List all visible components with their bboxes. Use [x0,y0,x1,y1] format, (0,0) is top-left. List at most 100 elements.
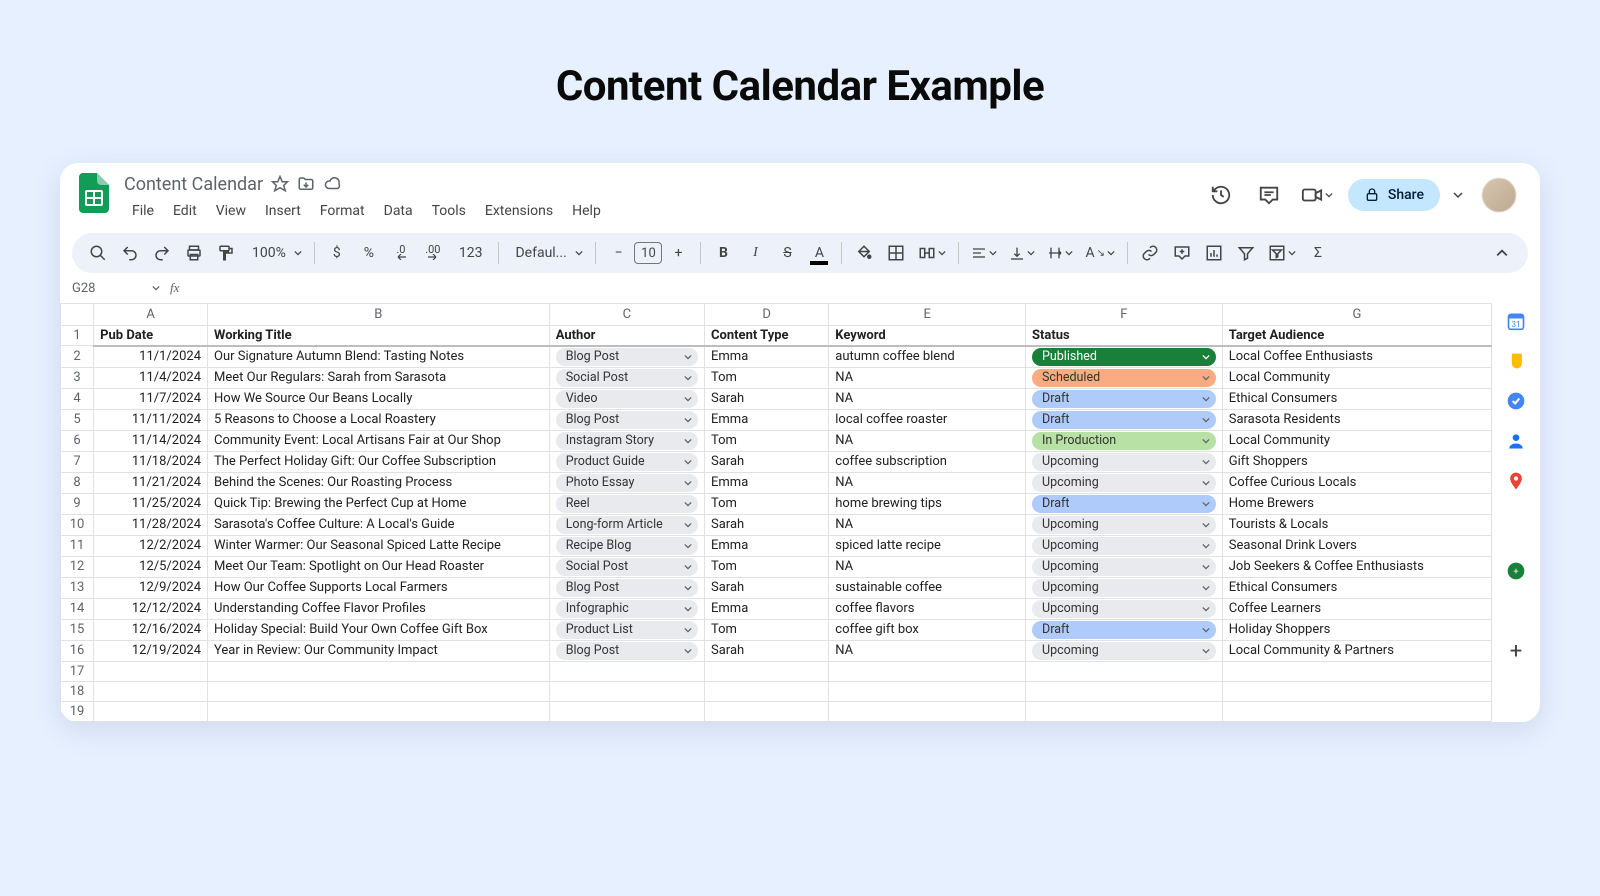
spreadsheet-grid[interactable]: ABCDEFG 1 Pub Date Working Title Author … [60,303,1492,722]
menu-edit[interactable]: Edit [165,199,205,223]
move-folder-icon[interactable] [297,175,315,193]
cell-content-type[interactable]: Recipe Blog [549,535,704,556]
cloud-status-icon[interactable] [323,175,343,193]
increase-decimal-button[interactable]: .00 [419,239,447,267]
fill-color-button[interactable] [850,239,878,267]
column-header-E[interactable]: E [829,304,1026,326]
content-type-chip[interactable]: Blog Post [556,411,698,429]
avatar[interactable] [1482,178,1516,212]
cell-status[interactable]: Published [1026,346,1223,368]
add-addon-icon[interactable]: + [1506,641,1526,661]
cell-keyword[interactable]: sustainable coffee [829,577,1026,598]
row-header-8[interactable]: 8 [61,472,94,493]
column-header-A[interactable]: A [94,304,208,326]
content-type-chip[interactable]: Reel [556,495,698,513]
content-type-chip[interactable]: Instagram Story [556,432,698,450]
horizontal-align-button[interactable] [967,239,1001,267]
row-header-1[interactable]: 1 [61,326,94,346]
cell-content-type[interactable]: Video [549,388,704,409]
cell-target-audience[interactable]: Local Community [1222,430,1491,451]
cell-author[interactable]: Sarah [705,388,829,409]
menu-data[interactable]: Data [376,199,421,223]
content-type-chip[interactable]: Video [556,390,698,408]
cell-working-title[interactable]: How Our Coffee Supports Local Farmers [208,577,550,598]
cell-content-type[interactable]: Instagram Story [549,430,704,451]
menu-view[interactable]: View [208,199,254,223]
header-keyword[interactable]: Keyword [829,326,1026,346]
cell-target-audience[interactable]: Seasonal Drink Lovers [1222,535,1491,556]
column-header-F[interactable]: F [1026,304,1223,326]
strikethrough-button[interactable]: S [773,239,801,267]
search-menu-icon[interactable] [84,239,112,267]
cell-target-audience[interactable]: Local Community [1222,367,1491,388]
header-author[interactable]: Author [549,326,704,346]
status-chip[interactable]: Upcoming [1032,453,1216,471]
cell-keyword[interactable]: NA [829,556,1026,577]
cell-status[interactable]: Upcoming [1026,535,1223,556]
status-chip[interactable]: Upcoming [1032,600,1216,618]
cell-status[interactable]: Upcoming [1026,451,1223,472]
content-type-chip[interactable]: Blog Post [556,579,698,597]
status-chip[interactable]: In Production [1032,432,1216,450]
tasks-addon-icon[interactable] [1506,391,1526,411]
cell-status[interactable]: Upcoming [1026,472,1223,493]
row-header-10[interactable]: 10 [61,514,94,535]
status-chip[interactable]: Upcoming [1032,516,1216,534]
cell-author[interactable]: Sarah [705,451,829,472]
status-chip[interactable]: Draft [1032,621,1216,639]
status-chip[interactable]: Upcoming [1032,579,1216,597]
filter-button[interactable] [1232,239,1260,267]
content-type-chip[interactable]: Photo Essay [556,474,698,492]
cell-pub-date[interactable]: 11/4/2024 [94,367,208,388]
status-chip[interactable]: Upcoming [1032,558,1216,576]
cell-status[interactable]: Draft [1026,388,1223,409]
cell-target-audience[interactable]: Local Community & Partners [1222,640,1491,661]
status-chip[interactable]: Draft [1032,390,1216,408]
cell-pub-date[interactable]: 11/14/2024 [94,430,208,451]
cell-keyword[interactable]: NA [829,514,1026,535]
cell-pub-date[interactable]: 11/28/2024 [94,514,208,535]
cell-keyword[interactable]: local coffee roaster [829,409,1026,430]
row-header-18[interactable]: 18 [61,681,94,701]
cell-keyword[interactable]: NA [829,388,1026,409]
status-chip[interactable]: Scheduled [1032,369,1216,387]
content-type-chip[interactable]: Social Post [556,369,698,387]
status-chip[interactable]: Draft [1032,411,1216,429]
content-type-chip[interactable]: Social Post [556,558,698,576]
header-pub-date[interactable]: Pub Date [94,326,208,346]
cell-target-audience[interactable]: Job Seekers & Coffee Enthusiasts [1222,556,1491,577]
cell-status[interactable]: Draft [1026,619,1223,640]
cell-working-title[interactable]: Meet Our Regulars: Sarah from Sarasota [208,367,550,388]
status-chip[interactable]: Draft [1032,495,1216,513]
cell-pub-date[interactable]: 11/25/2024 [94,493,208,514]
cell-keyword[interactable]: NA [829,367,1026,388]
cell-keyword[interactable]: autumn coffee blend [829,346,1026,368]
row-header-4[interactable]: 4 [61,388,94,409]
row-header-11[interactable]: 11 [61,535,94,556]
cell-content-type[interactable]: Product List [549,619,704,640]
bold-button[interactable]: B [709,239,737,267]
cell-working-title[interactable]: Holiday Special: Build Your Own Coffee G… [208,619,550,640]
merge-cells-button[interactable] [914,239,950,267]
cell-status[interactable]: Upcoming [1026,598,1223,619]
comment-icon[interactable] [1252,178,1286,212]
cell-author[interactable]: Tom [705,619,829,640]
cell-content-type[interactable]: Product Guide [549,451,704,472]
zoom-dropdown[interactable]: 100% [244,239,306,267]
cell-pub-date[interactable]: 12/9/2024 [94,577,208,598]
cell-content-type[interactable]: Blog Post [549,346,704,368]
cell-content-type[interactable]: Blog Post [549,640,704,661]
header-target-audience[interactable]: Target Audience [1222,326,1491,346]
font-dropdown[interactable]: Defaul... [507,239,587,267]
content-type-chip[interactable]: Recipe Blog [556,537,698,555]
cell-keyword[interactable]: coffee subscription [829,451,1026,472]
addon-icon[interactable]: + [1506,561,1526,581]
cell-keyword[interactable]: coffee gift box [829,619,1026,640]
name-box-dropdown-icon[interactable] [152,284,160,292]
number-format-button[interactable]: 123 [451,239,491,267]
cell-working-title[interactable]: 5 Reasons to Choose a Local Roastery [208,409,550,430]
star-icon[interactable] [271,175,289,193]
insert-link-button[interactable] [1136,239,1164,267]
cell-target-audience[interactable]: Ethical Consumers [1222,388,1491,409]
cell-working-title[interactable]: Year in Review: Our Community Impact [208,640,550,661]
